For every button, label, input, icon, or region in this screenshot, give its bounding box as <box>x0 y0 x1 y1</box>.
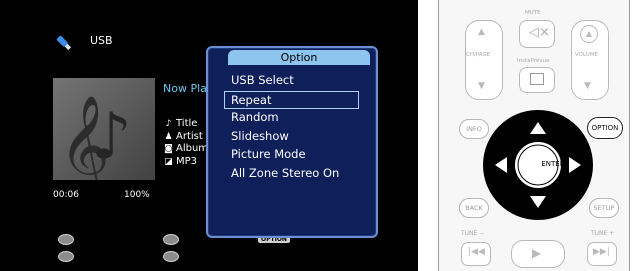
volume-label: VOLUME <box>575 52 599 58</box>
remote-control: ▲ ▼ CH/PAGE MUTE ◁× InstaPrevue ▲ ▼ VOLU… <box>438 0 630 271</box>
option-popup: Option USB Select Repeat Random Slidesho… <box>206 46 378 238</box>
artist-icon: ♟ <box>164 131 173 142</box>
option-menu-list: USB Select Repeat Random Slideshow Pictu… <box>224 72 359 184</box>
hint-next-label: Next <box>189 247 227 266</box>
format-icon: ◪ <box>164 156 173 167</box>
menu-item-all-zone-stereo[interactable]: All Zone Stereo On <box>226 165 359 184</box>
dial-icon <box>163 234 179 245</box>
picture-icon <box>530 73 544 85</box>
dial-icon <box>58 234 74 245</box>
volume-up-icon: ▲ <box>580 25 598 43</box>
mute-icon: ◁× <box>529 25 550 40</box>
note-icon: ♪ <box>165 119 172 129</box>
volume-down-icon: ▼ <box>584 81 591 91</box>
skip-back-icon: |◀◀ <box>468 247 485 257</box>
format-text: MP3 <box>176 155 198 167</box>
eighth-note-icon: ♪ <box>91 100 132 174</box>
album-icon: ◙ <box>164 144 173 154</box>
mute-label: MUTE <box>525 10 541 16</box>
source-label: USB <box>90 34 113 47</box>
usb-icon <box>56 35 72 51</box>
skip-forward-button[interactable]: ▶▶| <box>587 242 617 266</box>
menu-item-picture-mode[interactable]: Picture Mode <box>226 146 359 165</box>
play-button[interactable]: ▶ <box>511 240 565 268</box>
dial-icon <box>58 251 74 262</box>
elapsed-time: 00:06 <box>53 190 79 200</box>
insta-prevue-button[interactable] <box>519 67 555 93</box>
menu-item-random[interactable]: Random <box>226 109 359 128</box>
menu-item-repeat[interactable]: Repeat <box>224 90 359 109</box>
volume-rocker[interactable]: ▲ ▼ <box>571 20 609 100</box>
album-text: Album <box>176 143 209 154</box>
menu-item-usb-select[interactable]: USB Select <box>226 72 359 91</box>
tune-minus-label: TUNE − <box>461 230 485 237</box>
album-art: 𝄞 ♪ <box>53 78 155 180</box>
menu-item-slideshow[interactable]: Slideshow <box>226 128 359 147</box>
hint-next: Next <box>163 247 226 266</box>
back-button[interactable]: BACK <box>459 198 489 218</box>
tune-plus-label: TUNE + <box>591 230 615 237</box>
title-row: ♪ Title <box>164 118 208 131</box>
up-arrow-icon: ▲ <box>478 27 485 37</box>
play-icon: ▶ <box>532 246 542 260</box>
ch-page-label: CH/PAGE <box>466 52 491 58</box>
mute-button[interactable]: ◁× <box>519 20 555 48</box>
progress-percent: 100% <box>124 190 150 200</box>
dial-icon <box>163 251 179 262</box>
skip-back-button[interactable]: |◀◀ <box>461 242 491 266</box>
hint-back-label: Back <box>84 247 123 266</box>
hint-back: Back <box>58 247 123 266</box>
format-row: ◪ MP3 <box>164 156 208 169</box>
music-note-icon: 𝄞 ♪ <box>53 78 155 180</box>
ch-page-rocker[interactable]: ▲ ▼ <box>465 20 503 100</box>
skip-forward-icon: ▶▶| <box>593 247 610 257</box>
tv-screen: USB 𝄞 ♪ Now Pla ♪ Title ♟ Artist ◙ Album… <box>0 0 418 271</box>
artist-row: ♟ Artist <box>164 131 208 144</box>
insta-prevue-label: InstaPrevue <box>517 58 550 64</box>
down-arrow-icon: ▼ <box>478 81 485 91</box>
enter-label: ENTER <box>541 160 565 168</box>
album-row: ◙ Album <box>164 143 208 156</box>
track-info: ♪ Title ♟ Artist ◙ Album ◪ MP3 <box>164 118 208 168</box>
artist-text: Artist <box>176 130 203 142</box>
option-popup-title: Option <box>228 50 370 65</box>
setup-button[interactable]: SETUP <box>589 198 619 218</box>
now-playing-label: Now Pla <box>163 82 207 95</box>
title-text: Title <box>176 118 198 129</box>
